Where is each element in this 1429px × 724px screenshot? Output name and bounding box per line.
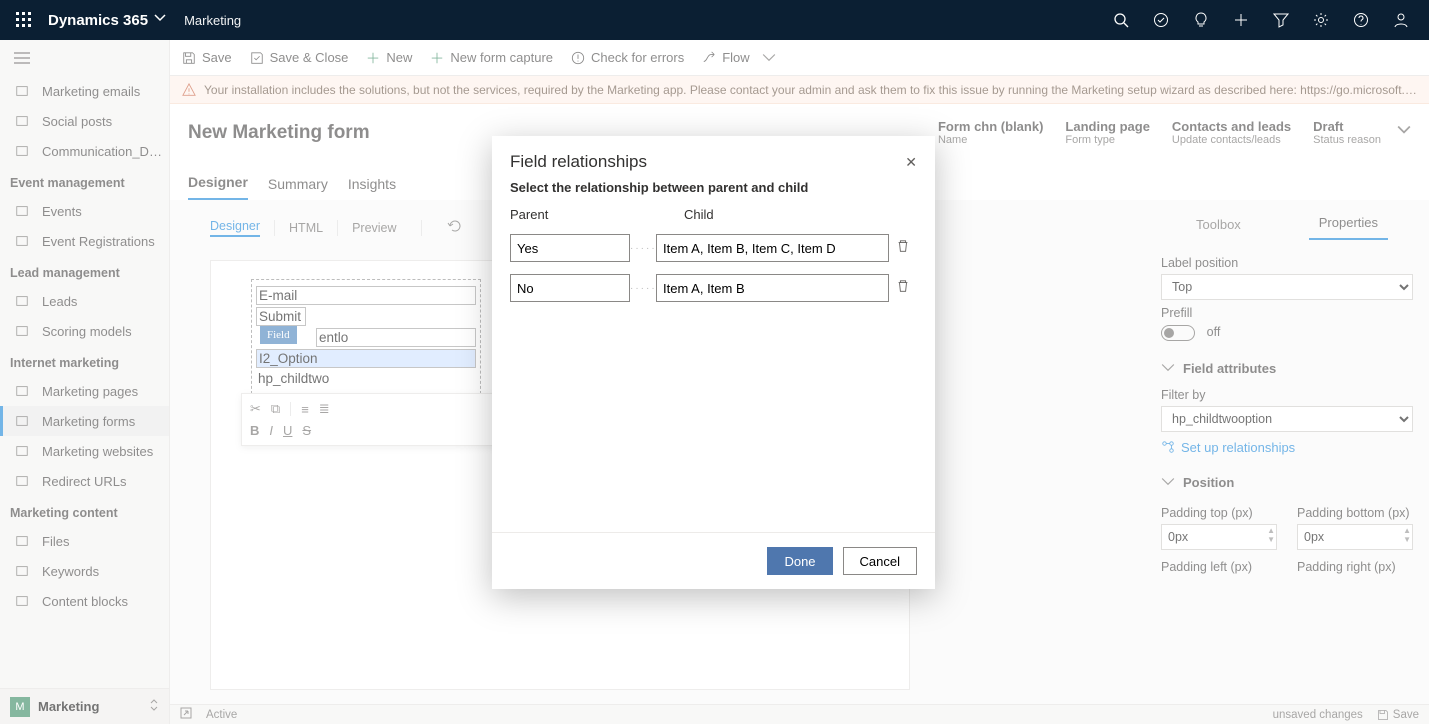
global-top-bar: Dynamics 365 Marketing <box>0 0 1429 40</box>
parent-input[interactable] <box>510 274 630 302</box>
gear-icon[interactable] <box>1301 0 1341 40</box>
filter-icon[interactable] <box>1261 0 1301 40</box>
relationship-row: ······ <box>492 228 935 262</box>
chevron-down-icon[interactable] <box>154 11 166 29</box>
delete-row-icon[interactable] <box>889 239 917 262</box>
user-icon[interactable] <box>1381 0 1421 40</box>
child-input[interactable] <box>656 274 889 302</box>
delete-row-icon[interactable] <box>889 279 917 302</box>
help-icon[interactable] <box>1341 0 1381 40</box>
lightbulb-icon[interactable] <box>1181 0 1221 40</box>
search-icon[interactable] <box>1101 0 1141 40</box>
relationship-row: ······ <box>492 268 935 302</box>
dialog-title: Field relationships <box>510 152 647 172</box>
parent-input[interactable] <box>510 234 630 262</box>
app-area-name[interactable]: Marketing <box>184 13 241 28</box>
parent-column-label: Parent <box>510 207 630 222</box>
field-relationships-dialog: Field relationships ✕ Select the relatio… <box>492 136 935 589</box>
done-button[interactable]: Done <box>767 547 832 575</box>
child-input[interactable] <box>656 234 889 262</box>
product-name[interactable]: Dynamics 365 <box>48 12 148 29</box>
cancel-button[interactable]: Cancel <box>843 547 917 575</box>
relation-connector-icon: ······ <box>630 243 656 262</box>
close-icon[interactable]: ✕ <box>905 154 917 171</box>
relation-connector-icon: ······ <box>630 283 656 302</box>
dialog-subtitle: Select the relationship between parent a… <box>492 180 935 195</box>
child-column-label: Child <box>684 207 875 222</box>
plus-icon[interactable] <box>1221 0 1261 40</box>
task-icon[interactable] <box>1141 0 1181 40</box>
app-launcher-icon[interactable] <box>8 4 40 36</box>
